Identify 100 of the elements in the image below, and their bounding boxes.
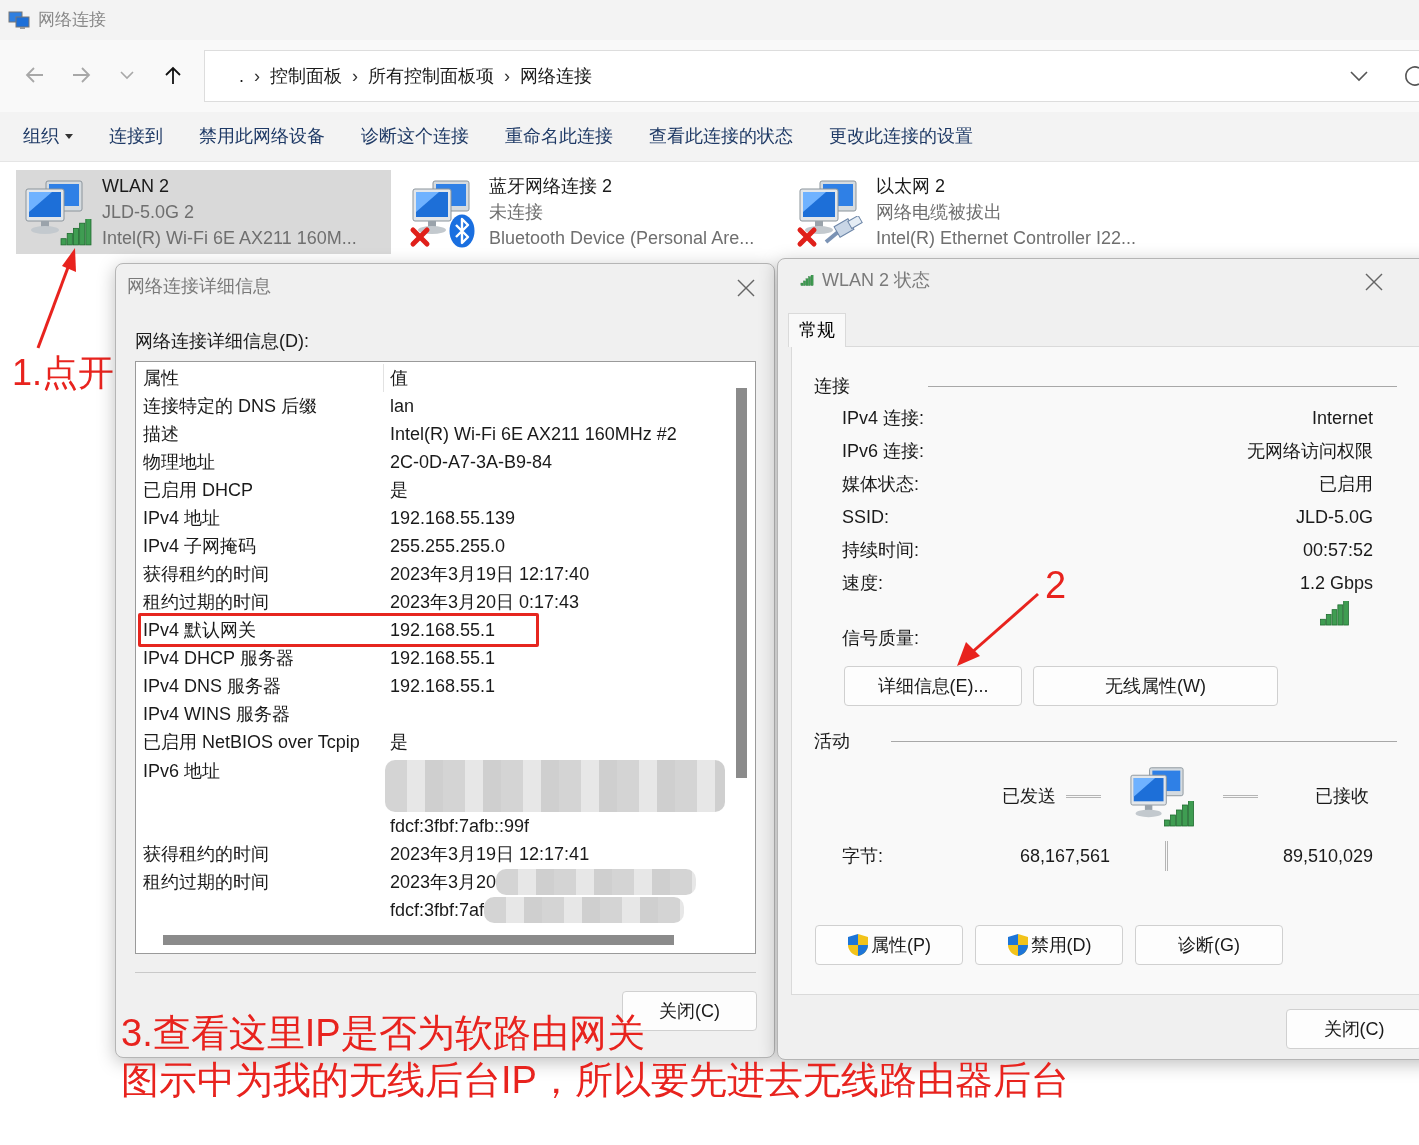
error-cross-icon xyxy=(409,226,431,248)
toolbar-command[interactable]: 查看此连接的状态 xyxy=(636,111,806,162)
breadcrumb-separator: › xyxy=(253,64,261,88)
toolbar-command[interactable]: 诊断这个连接 xyxy=(348,111,482,162)
close-button[interactable]: 关闭(C) xyxy=(1286,1009,1419,1049)
breadcrumb[interactable]: 网络连接 xyxy=(514,62,598,90)
table-cell-text: 2023年3月19日 12:17:41 xyxy=(390,842,590,866)
table-cell-text: 已启用 DHCP xyxy=(142,478,254,502)
signal-bars-icon xyxy=(1319,601,1350,626)
network-cable-icon xyxy=(824,216,864,244)
table-cell-text: fdcf:3fbf:7af xyxy=(390,898,485,922)
table-cell-text: 2023年3月20日 0:17:43 xyxy=(390,590,580,614)
table-cell-text: IPv4 子网掩码 xyxy=(142,534,258,558)
address-bar[interactable]: . › 控制面板 › 所有控制面板项 › 网络连接 xyxy=(204,50,1419,102)
signal-bars-icon xyxy=(60,219,92,246)
table-cell-text: 255.255.255.0 xyxy=(390,534,506,558)
table-cell-text: IPv4 地址 xyxy=(142,506,222,530)
toolbar-command[interactable]: 连接到 xyxy=(96,111,176,162)
network-folder-icon xyxy=(8,10,30,30)
table-cell-text: IPv4 默认网关 xyxy=(142,618,258,642)
dialog-title: 网络连接详细信息 xyxy=(127,274,271,298)
field-value: 1.2 Gbps xyxy=(1299,572,1373,595)
group-heading: 活动 xyxy=(814,730,850,753)
vertical-scrollbar[interactable] xyxy=(736,388,747,778)
table-cell-text: 连接特定的 DNS 后缀 xyxy=(142,394,318,418)
group-heading: 连接 xyxy=(814,375,850,398)
table-cell-text: 192.168.55.139 xyxy=(390,506,516,530)
toolbar-command[interactable]: 重命名此连接 xyxy=(492,111,626,162)
connection-item[interactable]: 以太网 2 网络电缆被拔出 Intel(R) Ethernet Controller I22... xyxy=(790,170,1165,254)
device-name: Intel(R) Wi-Fi 6E AX211 160M... xyxy=(102,227,357,250)
table-cell-text: lan xyxy=(390,394,415,418)
dialog-button[interactable]: 诊断(G) xyxy=(1135,925,1283,965)
device-name: Intel(R) Ethernet Controller I22... xyxy=(876,227,1137,250)
field-label: IPv4 连接: xyxy=(842,407,925,430)
computers-icon xyxy=(1127,765,1187,819)
table-cell-text: 已启用 NetBIOS over Tcpip xyxy=(142,730,361,754)
field-label: 速度: xyxy=(842,572,883,595)
table-cell-text: 2023年3月19日 12:17:40 xyxy=(390,562,590,586)
table-cell-text: 2023年3月20 xyxy=(390,870,497,894)
annotation-text: 图示中为我的无线后台IP，所以要先进去无线路由器后台 xyxy=(121,1060,1069,1102)
field-label: 网络连接详细信息(D): xyxy=(135,330,310,353)
field-value: 89,510,029 xyxy=(1282,844,1373,868)
table-cell-text: 获得租约的时间 xyxy=(142,842,270,866)
horizontal-scrollbar[interactable] xyxy=(163,935,674,945)
toolbar-command[interactable]: 更改此连接的设置 xyxy=(816,111,986,162)
table-cell-text: IPv6 地址 xyxy=(142,760,222,783)
computers-icon xyxy=(409,178,473,236)
dialog-button[interactable]: 无线属性(W) xyxy=(1033,666,1278,706)
connection-name: 蓝牙网络连接 2 xyxy=(489,175,613,198)
dialog-button[interactable]: 禁用(D) xyxy=(975,925,1123,965)
breadcrumb[interactable]: . xyxy=(233,62,250,90)
field-label: IPv6 连接: xyxy=(842,440,925,463)
signal-bars-icon xyxy=(800,274,814,286)
dialog-button[interactable]: 详细信息(E)... xyxy=(844,666,1022,706)
field-value: Internet xyxy=(1311,407,1373,430)
breadcrumb[interactable]: 所有控制面板项 xyxy=(362,62,500,90)
table-cell-text: 是 xyxy=(390,730,408,754)
table-cell-text: 192.168.55.1 xyxy=(390,646,496,670)
field-label: 字节: xyxy=(842,844,884,868)
table-cell-text: 是 xyxy=(390,478,408,502)
table-cell-text: Intel(R) Wi-Fi 6E AX211 160MHz #2 xyxy=(390,422,677,446)
table-cell-text: 192.168.55.1 xyxy=(390,618,496,642)
refresh-icon[interactable] xyxy=(1405,65,1419,87)
table-cell-text: 租约过期的时间 xyxy=(142,590,270,614)
table-cell-text: 获得租约的时间 xyxy=(142,562,270,586)
bluetooth-icon xyxy=(449,214,475,248)
toolbar-command[interactable]: 组织 xyxy=(10,111,86,162)
dialog-title: WLAN 2 状态 xyxy=(822,268,931,292)
table-cell-text: IPv4 DNS 服务器 xyxy=(142,674,283,698)
connection-name: 以太网 2 xyxy=(876,175,946,198)
column-header[interactable]: 值 xyxy=(383,364,408,392)
device-name: Bluetooth Device (Personal Are... xyxy=(489,227,755,250)
dialog-button[interactable]: 属性(P) xyxy=(815,925,963,965)
field-value: 00:57:52 xyxy=(1302,539,1373,562)
table-cell-text: 租约过期的时间 xyxy=(142,870,270,894)
connection-status: 网络电缆被拔出 xyxy=(876,201,1003,224)
table-cell-text: 描述 xyxy=(142,422,180,446)
field-value: 无网络访问权限 xyxy=(1247,440,1373,463)
connection-status: 未连接 xyxy=(489,201,544,224)
close-icon[interactable] xyxy=(1365,273,1383,292)
computers-icon xyxy=(22,178,86,236)
field-value: JLD-5.0G xyxy=(1295,506,1373,529)
annotation-text: 2 xyxy=(1045,565,1067,607)
annotation-text: 1.点开 xyxy=(12,353,115,393)
chevron-down-icon[interactable] xyxy=(1349,70,1369,82)
connection-item[interactable]: 蓝牙网络连接 2 未连接 Bluetooth Device (Personal Are... xyxy=(403,170,778,254)
field-label: 信号质量: xyxy=(842,627,919,650)
table-cell-text: 物理地址 xyxy=(142,450,216,474)
connection-name: WLAN 2 xyxy=(102,175,171,198)
connection-item[interactable]: WLAN 2 JLD-5.0G 2 Intel(R) Wi-Fi 6E AX211 160M... xyxy=(16,170,391,254)
column-header[interactable]: 属性 xyxy=(136,364,383,392)
field-label: SSID: xyxy=(842,506,889,529)
tab[interactable]: 常规 xyxy=(788,313,846,347)
breadcrumb-separator: › xyxy=(351,64,359,88)
breadcrumb-separator: › xyxy=(503,64,511,88)
close-icon[interactable] xyxy=(737,279,755,298)
field-label: 媒体状态: xyxy=(842,473,919,496)
table-cell-text: IPv4 WINS 服务器 xyxy=(142,702,291,726)
breadcrumb[interactable]: 控制面板 xyxy=(264,62,348,90)
toolbar-command[interactable]: 禁用此网络设备 xyxy=(186,111,338,162)
